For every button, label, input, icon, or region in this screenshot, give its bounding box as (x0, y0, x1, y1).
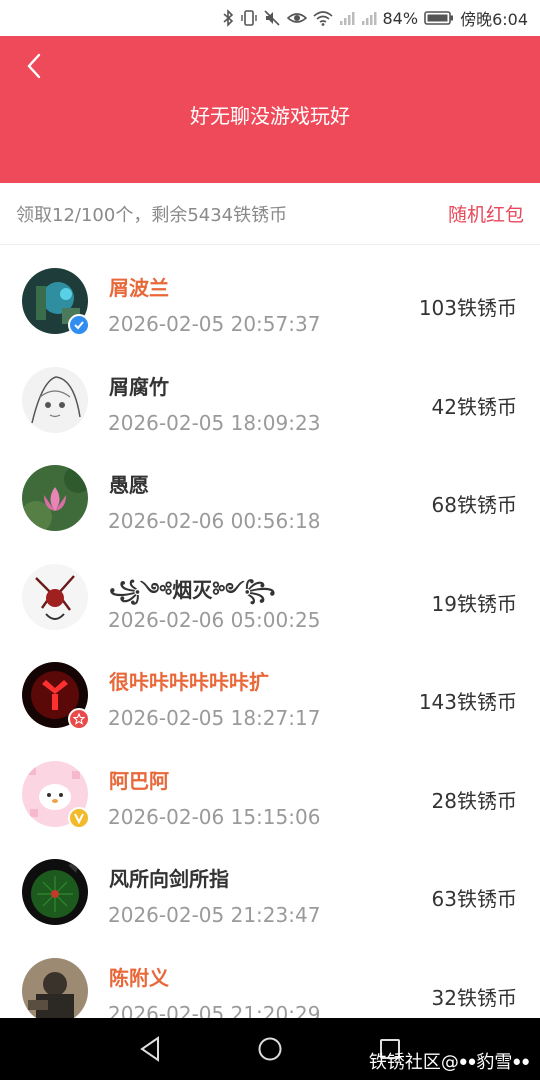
back-button[interactable] (18, 50, 50, 82)
app-root: 84% 傍晚6:04 好无聊没游戏玩好 领取12/100个，剩余5434铁锈币 … (0, 0, 540, 1080)
bluetooth-icon (221, 8, 235, 28)
battery-icon (424, 8, 454, 28)
list-item[interactable]: ꧁༺烟灭༻꧂ 2026-02-06 05:00:25 19铁锈币 (0, 550, 540, 649)
claim-time: 2026-02-06 15:15:06 (108, 804, 321, 829)
battery-percent: 84% (382, 8, 419, 28)
page-title: 好无聊没游戏玩好 (190, 104, 350, 128)
status-bar: 84% 傍晚6:04 (0, 0, 540, 36)
claim-time: 2026-02-05 21:20:29 (108, 1001, 321, 1019)
claim-list[interactable]: 屑波兰 2026-02-05 20:57:37 103铁锈币 屑腐竹 2026-… (0, 254, 540, 1018)
vibrate-icon (240, 8, 257, 28)
circle-home-icon (258, 1037, 282, 1061)
user-name: 愚愿 (109, 473, 149, 497)
user-name: 阿巴阿 (109, 768, 169, 793)
claim-time: 2026-02-05 18:09:23 (108, 410, 321, 435)
claim-amount: 28铁锈币 (431, 788, 517, 813)
navigation-bar: 铁锈社区@ꔷꔷ豹雪ꔷꔷ (0, 1018, 540, 1080)
list-item[interactable]: 很咔咔咔咔咔咔扩 2026-02-05 18:27:17 143铁锈币 (0, 648, 540, 747)
nav-home-button[interactable] (255, 1034, 285, 1064)
user-name: 陈附义 (109, 965, 169, 990)
claim-time: 2026-02-05 20:57:37 (108, 312, 321, 336)
user-name: 屑腐竹 (109, 374, 169, 399)
chevron-left-icon (27, 53, 41, 79)
claim-summary: 领取12/100个，剩余5434铁锈币 (16, 204, 288, 226)
clock: 傍晚6:04 (460, 10, 528, 29)
avatar[interactable] (22, 465, 88, 531)
list-item[interactable]: 阿巴阿 2026-02-06 15:15:06 28铁锈币 (0, 747, 540, 846)
summary-bar: 领取12/100个，剩余5434铁锈币 随机红包 (0, 183, 540, 245)
avatar[interactable] (22, 859, 88, 925)
claim-amount: 19铁锈币 (431, 591, 517, 616)
claim-amount: 32铁锈币 (431, 985, 517, 1010)
signal-icon-2 (361, 8, 377, 28)
nav-back-button[interactable] (135, 1034, 165, 1064)
claim-amount: 63铁锈币 (431, 887, 517, 911)
claim-amount: 68铁锈币 (431, 493, 517, 517)
list-item[interactable]: 陈附义 2026-02-05 21:20:29 32铁锈币 (0, 944, 540, 1019)
signal-icon-1 (339, 8, 355, 28)
claim-time: 2026-02-06 05:00:25 (108, 607, 321, 632)
wifi-icon (312, 8, 333, 28)
header: 好无聊没游戏玩好 (0, 36, 540, 183)
claim-amount: 42铁锈币 (431, 394, 517, 419)
user-name: 风所向剑所指 (109, 867, 229, 891)
avatar[interactable] (22, 366, 88, 433)
mute-icon (263, 8, 281, 28)
v-badge-icon (68, 806, 90, 829)
user-name: 屑波兰 (109, 276, 169, 300)
list-item[interactable]: 风所向剑所指 2026-02-05 21:23:47 63铁锈币 (0, 845, 540, 944)
list-item[interactable]: 屑腐竹 2026-02-05 18:09:23 42铁锈币 (0, 353, 540, 452)
verified-badge-icon (68, 314, 90, 336)
triangle-back-icon (140, 1036, 159, 1062)
avatar[interactable] (22, 563, 88, 630)
star-badge-icon (68, 708, 90, 730)
avatar[interactable] (22, 957, 88, 1018)
claim-time: 2026-02-05 18:27:17 (108, 706, 321, 730)
claim-time: 2026-02-06 00:56:18 (108, 509, 321, 533)
eye-comfort-icon (286, 8, 307, 28)
watermark: 铁锈社区@ꔷꔷ豹雪ꔷꔷ (368, 1052, 530, 1073)
claim-amount: 143铁锈币 (418, 690, 517, 714)
list-item[interactable]: 屑波兰 2026-02-05 20:57:37 103铁锈币 (0, 254, 540, 353)
random-packet-button[interactable]: 随机红包 (448, 200, 524, 227)
claim-amount: 103铁锈币 (418, 296, 517, 320)
list-item[interactable]: 愚愿 2026-02-06 00:56:18 68铁锈币 (0, 451, 540, 550)
claim-time: 2026-02-05 21:23:47 (108, 903, 321, 927)
user-name: 很咔咔咔咔咔咔扩 (109, 670, 269, 694)
